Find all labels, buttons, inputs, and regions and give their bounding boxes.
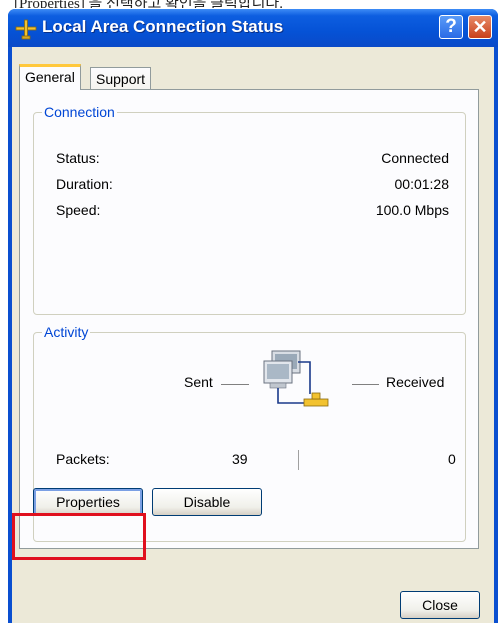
status-value: Connected: [381, 150, 449, 166]
help-button[interactable]: ?: [439, 15, 463, 39]
connection-legend: Connection: [44, 104, 115, 120]
tab-support[interactable]: Support: [90, 67, 152, 91]
sent-line: [221, 384, 249, 385]
dialog-body: General Support Connection Status: Conne…: [12, 47, 494, 623]
speed-value: 100.0 Mbps: [375, 202, 449, 218]
disable-button[interactable]: Disable: [152, 488, 262, 516]
packets-sent-value: 39: [232, 451, 248, 467]
activity-legend: Activity: [44, 324, 89, 340]
packets-label: Packets:: [56, 451, 110, 467]
received-line: [352, 384, 379, 385]
packets-divider: [298, 450, 299, 470]
speed-label: Speed:: [56, 202, 101, 218]
duration-value: 00:01:28: [394, 176, 450, 192]
properties-button[interactable]: Properties: [33, 488, 143, 516]
title-bar[interactable]: Local Area Connection Status ? ✕: [8, 9, 498, 47]
window-title: Local Area Connection Status: [42, 17, 284, 36]
network-connection-icon: [15, 19, 37, 40]
tab-general[interactable]: General: [19, 64, 81, 90]
status-label: Status:: [56, 150, 100, 166]
dialog-window: Local Area Connection Status ? ✕ General…: [8, 9, 498, 623]
packets-received-value: 0: [448, 451, 456, 467]
network-computers-icon: [263, 350, 329, 407]
close-button[interactable]: Close: [400, 591, 480, 619]
caption-fragment: [Properties] 을 선택하고 확인을 클릭합니다.: [0, 0, 499, 8]
duration-label: Duration:: [56, 176, 113, 192]
sent-label: Sent: [184, 374, 213, 390]
general-tab-panel: Connection Status: Connected Duration: 0…: [19, 89, 479, 549]
received-label: Received: [386, 374, 445, 390]
connection-group: Connection Status: Connected Duration: 0…: [33, 104, 466, 315]
close-window-button[interactable]: ✕: [468, 15, 492, 39]
